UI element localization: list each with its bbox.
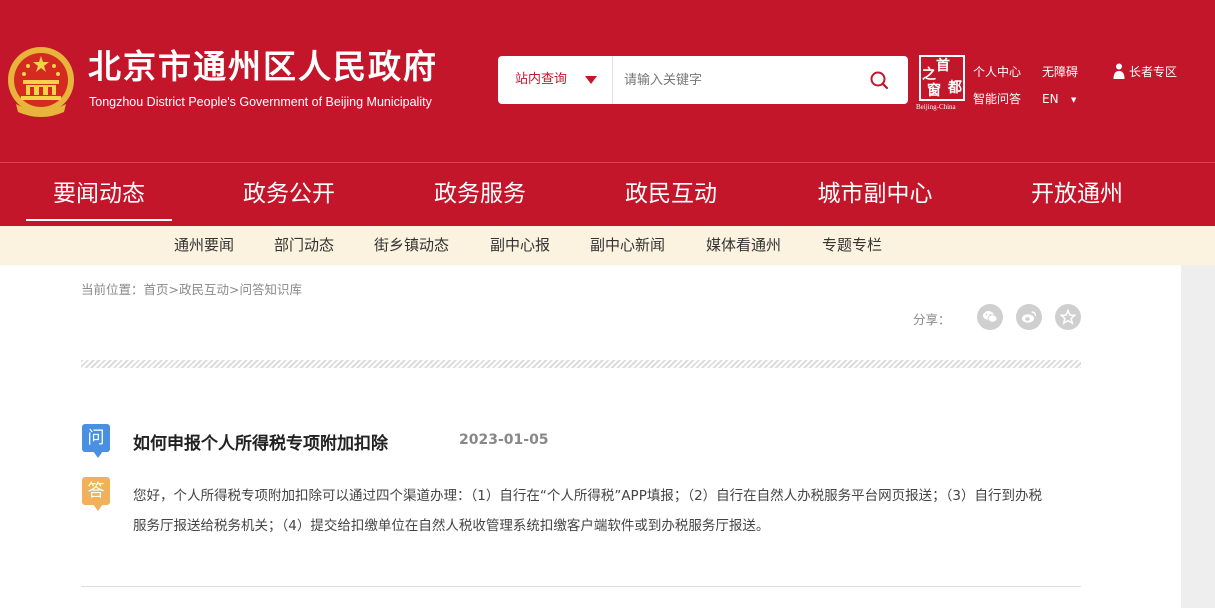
question-badge-label: 问: [87, 428, 105, 448]
nav-item-gov-affairs[interactable]: 政务公开: [216, 163, 362, 226]
elder-zone-link[interactable]: 长者专区: [1129, 64, 1177, 80]
capital-logo-char: 首: [936, 58, 950, 74]
chevron-down-icon: [585, 76, 597, 84]
weibo-icon[interactable]: [1016, 304, 1042, 330]
search-box: 站内查询: [498, 56, 908, 104]
national-emblem-icon: [8, 47, 74, 117]
badge-tail: [93, 451, 103, 458]
question-date: 2023-01-05: [459, 432, 549, 448]
site-header: 北京市通州区人民政府 Tongzhou District People's Go…: [0, 0, 1215, 162]
badge-tail: [93, 504, 103, 511]
chevron-down-icon[interactable]: ▼: [1071, 96, 1076, 104]
nav-item-sub-center[interactable]: 城市副中心: [786, 163, 964, 226]
nav-item-gov-services[interactable]: 政务服务: [407, 163, 553, 226]
divider: [81, 586, 1081, 587]
nav-item-news[interactable]: 要闻动态: [26, 163, 172, 226]
subnav-item[interactable]: 副中心新闻: [590, 226, 665, 265]
accessibility-link[interactable]: 无障碍: [1042, 64, 1078, 80]
breadcrumb-home[interactable]: 首页: [144, 282, 169, 297]
language-switch[interactable]: EN: [1042, 91, 1059, 107]
answer-badge: 答: [82, 477, 110, 511]
nav-item-open-tongzhou[interactable]: 开放通州: [1004, 163, 1150, 226]
personal-center-link[interactable]: 个人中心: [973, 64, 1021, 80]
search-icon[interactable]: [866, 68, 894, 92]
elder-person-icon[interactable]: [1112, 63, 1126, 79]
question-badge: 问: [82, 424, 110, 458]
question-title: 如何申报个人所得税专项附加扣除: [133, 434, 388, 454]
capital-logo-char: 都: [948, 80, 962, 96]
breadcrumb-label: 当前位置：: [81, 282, 144, 297]
favorite-star-icon[interactable]: [1055, 304, 1081, 330]
breadcrumb-interaction[interactable]: 政民互动: [179, 282, 229, 297]
subnav-item[interactable]: 专题专栏: [822, 226, 882, 265]
nav-active-underline: [26, 219, 172, 221]
subnav-item[interactable]: 通州要闻: [174, 226, 234, 265]
breadcrumb: 当前位置：首页>政民互动>问答知识库: [81, 279, 302, 298]
sub-nav: 通州要闻 部门动态 街乡镇动态 副中心报 副中心新闻 媒体看通州 专题专栏: [0, 226, 1215, 265]
breadcrumb-knowledge-base[interactable]: 问答知识库: [240, 282, 303, 297]
wechat-icon[interactable]: [977, 304, 1003, 330]
site-title[interactable]: 北京市通州区人民政府: [88, 47, 438, 87]
breadcrumb-separator: >: [168, 282, 180, 297]
share-label: 分享：: [913, 312, 951, 327]
search-input[interactable]: [614, 56, 874, 104]
site-subtitle: Tongzhou District People's Government of…: [89, 95, 432, 109]
search-scope-dropdown[interactable]: 站内查询: [498, 56, 613, 104]
subnav-item[interactable]: 副中心报: [490, 226, 550, 265]
breadcrumb-separator: >: [229, 282, 240, 297]
subnav-item[interactable]: 媒体看通州: [706, 226, 781, 265]
divider: [81, 360, 1081, 368]
main-nav: 要闻动态 政务公开 政务服务 政民互动 城市副中心 开放通州: [0, 162, 1215, 226]
nav-item-interaction[interactable]: 政民互动: [598, 163, 744, 226]
capital-logo-char: 窗: [927, 83, 941, 99]
search-scope-label: 站内查询: [515, 72, 568, 87]
scrollbar-track[interactable]: [1181, 265, 1215, 608]
answer-text: 您好，个人所得税专项附加扣除可以通过四个渠道办理：（1）自行在“个人所得税”AP…: [133, 488, 1043, 534]
capital-logo-caption: Beijing-China: [916, 103, 956, 111]
subnav-item[interactable]: 街乡镇动态: [374, 226, 449, 265]
subnav-item[interactable]: 部门动态: [274, 226, 334, 265]
answer-badge-label: 答: [87, 481, 105, 501]
capital-window-logo[interactable]: 首 都 之 窗 Beijing-China: [916, 55, 971, 113]
smart-qa-link[interactable]: 智能问答: [973, 91, 1021, 107]
capital-logo-char: 之: [922, 67, 936, 83]
